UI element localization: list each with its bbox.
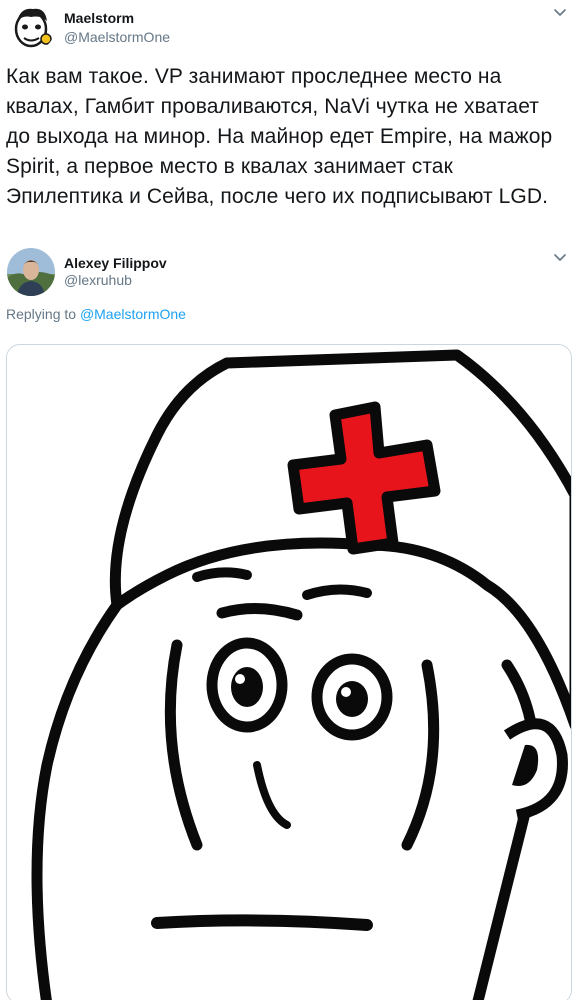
replying-prefix: Replying to xyxy=(6,306,77,322)
tweet-thread: Maelstorm @MaelstormOne Как вам такое. V… xyxy=(0,0,576,1000)
doctor-meme-image[interactable] xyxy=(6,344,572,1000)
tweet-text: Как вам такое. VP занимают проследнее ме… xyxy=(6,65,553,208)
replying-handle-link[interactable]: @MaelstormOne xyxy=(80,306,186,322)
replying-to: Replying to @MaelstormOne xyxy=(6,306,186,322)
reply-header: Alexey Filippov @lexruhub xyxy=(0,245,576,301)
author-name[interactable]: Alexey Filippov xyxy=(64,255,167,271)
chevron-down-icon[interactable] xyxy=(552,6,568,20)
tweet-header: Maelstorm @MaelstormOne xyxy=(0,0,576,56)
chevron-down-icon[interactable] xyxy=(552,251,568,265)
author-handle[interactable]: @lexruhub xyxy=(64,272,132,288)
author-name[interactable]: Maelstorm xyxy=(64,10,134,26)
author-handle[interactable]: @MaelstormOne xyxy=(64,29,170,45)
avatar[interactable] xyxy=(9,5,55,51)
avatar[interactable] xyxy=(7,248,55,296)
